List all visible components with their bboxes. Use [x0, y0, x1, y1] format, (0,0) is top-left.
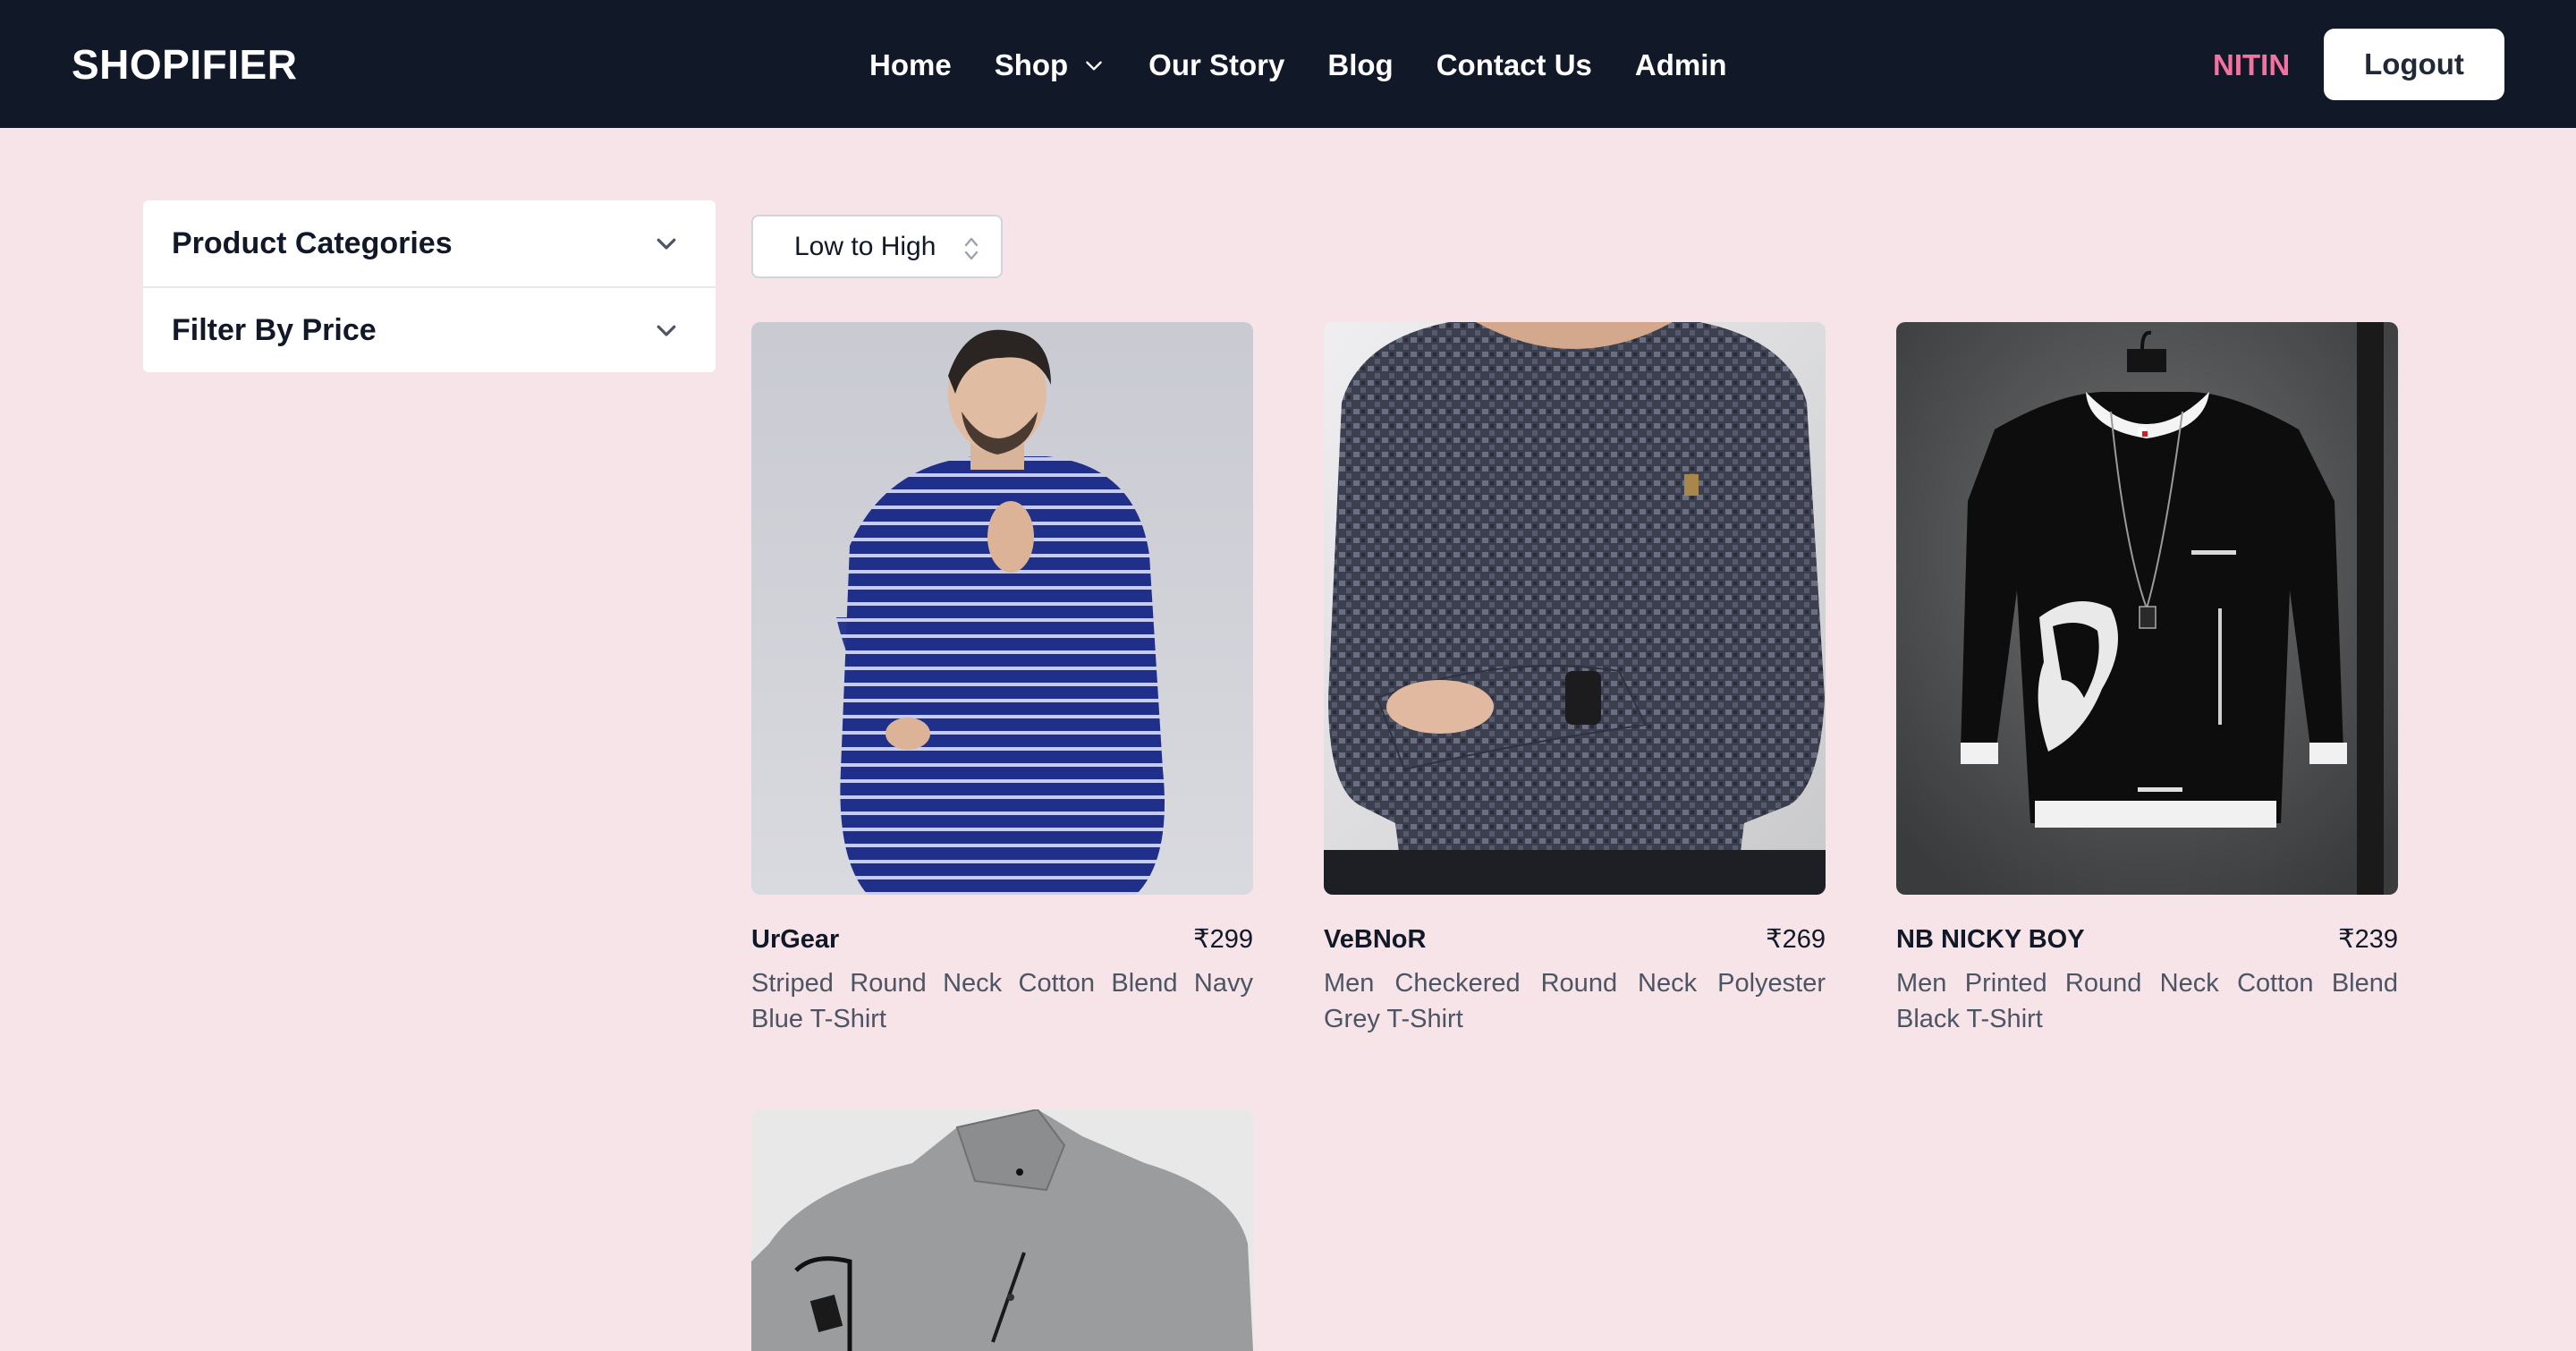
product-meta: VeBNoR ₹269	[1324, 923, 1826, 955]
nav-admin[interactable]: Admin	[1635, 43, 1727, 88]
chevron-down-icon	[657, 238, 676, 250]
product-brand: VeBNoR	[1324, 925, 1427, 954]
accordion-product-categories[interactable]: Product Categories	[143, 200, 716, 286]
product-description: Striped Round Neck Cotton Blend Navy Blu…	[751, 969, 1253, 1033]
product-brand: UrGear	[751, 925, 840, 954]
top-navbar: SHOPIFIER Home Shop Our Story Blog Conta…	[0, 0, 2576, 128]
product-image[interactable]	[751, 1109, 1253, 1351]
user-name[interactable]: NITIN	[2213, 43, 2290, 88]
filter-sidebar: Product Categories Filter By Price	[143, 200, 716, 372]
logout-button[interactable]: Logout	[2324, 29, 2504, 100]
nav-shop-label: Shop	[994, 48, 1069, 81]
product-card[interactable]: VeBNoR ₹269 Men Checkered Round Neck Pol…	[1324, 322, 1826, 1037]
sort-selected-value: Low to High	[794, 231, 936, 261]
sort-select[interactable]: Low to High	[751, 215, 1003, 278]
product-image[interactable]	[1324, 322, 1826, 895]
nav-our-story[interactable]: Our Story	[1148, 43, 1284, 88]
main-nav: Home Shop Our Story Blog Contact Us Admi…	[869, 43, 1727, 88]
nav-blog[interactable]: Blog	[1327, 43, 1393, 88]
brand-logo[interactable]: SHOPIFIER	[72, 39, 297, 89]
accordion-label: Product Categories	[172, 225, 453, 260]
nav-home[interactable]: Home	[869, 43, 952, 88]
product-description: Men Printed Round Neck Cotton Blend Blac…	[1896, 969, 2398, 1033]
product-price: ₹269	[1766, 925, 1826, 954]
product-description: Men Checkered Round Neck Polyester Grey …	[1324, 969, 1826, 1033]
product-meta: NB NICKY BOY ₹239	[1896, 923, 2398, 955]
accordion-label: Filter By Price	[172, 312, 377, 347]
chevron-down-icon	[657, 325, 676, 336]
product-price: ₹239	[2338, 925, 2398, 954]
product-card[interactable]	[751, 1109, 1253, 1351]
chevron-down-icon	[1086, 61, 1102, 71]
nav-contact-us[interactable]: Contact Us	[1436, 43, 1592, 88]
product-image[interactable]	[751, 322, 1253, 895]
product-card[interactable]: NB NICKY BOY ₹239 Men Printed Round Neck…	[1896, 322, 2398, 1037]
product-card[interactable]: UrGear ₹299 Striped Round Neck Cotton Bl…	[751, 322, 1253, 1037]
product-image[interactable]	[1896, 322, 2398, 895]
nav-shop[interactable]: Shop	[995, 43, 1106, 88]
product-meta: UrGear ₹299	[751, 923, 1253, 955]
product-price: ₹299	[1193, 925, 1253, 954]
accordion-filter-by-price[interactable]: Filter By Price	[143, 286, 716, 372]
updown-chevron-icon	[964, 237, 979, 260]
product-brand: NB NICKY BOY	[1896, 925, 2085, 954]
